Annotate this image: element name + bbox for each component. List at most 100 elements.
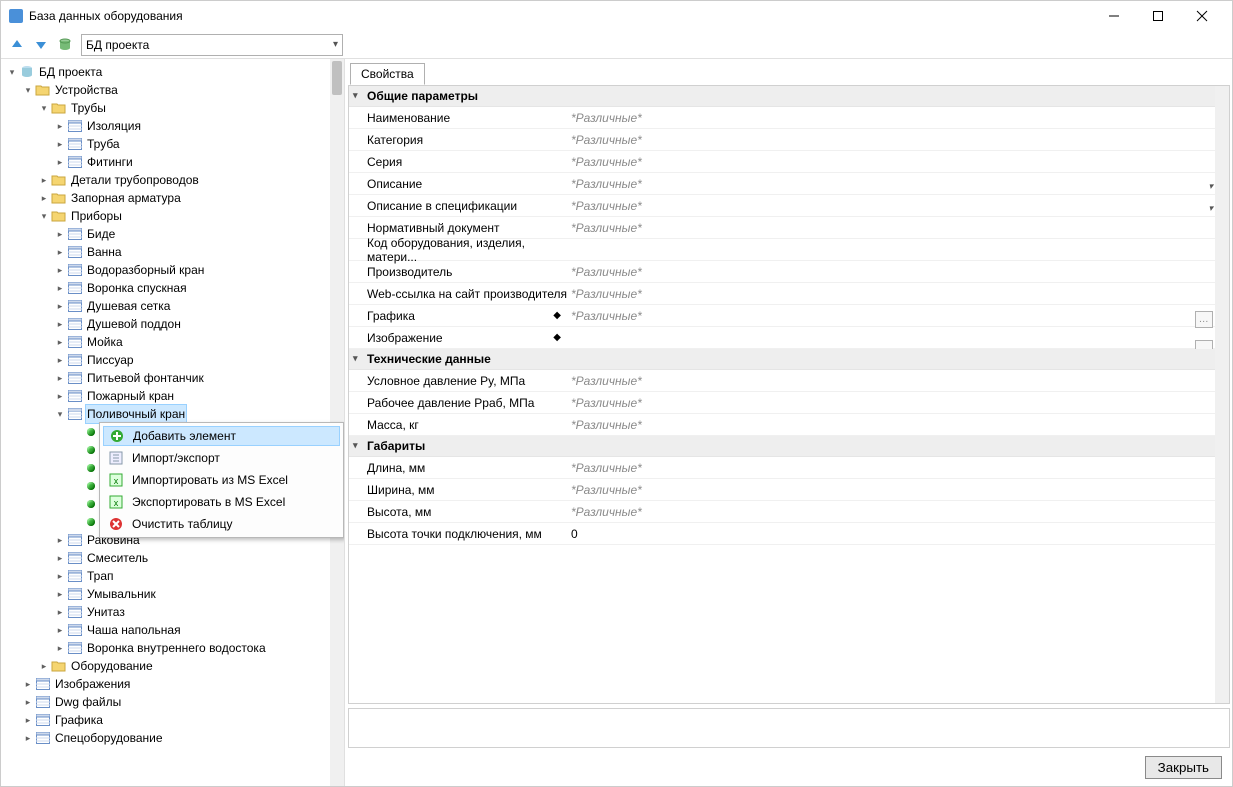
tree-label[interactable]: Смеситель [85,549,150,567]
tree-item[interactable]: ▸Умывальник [5,585,344,603]
property-row[interactable]: Web-ссылка на сайт производителя*Различн… [349,283,1229,305]
ellipsis-button[interactable]: … [1195,311,1213,328]
property-row[interactable]: Серия*Различные* [349,151,1229,173]
property-row[interactable]: Условное давление Py, МПа*Различные* [349,370,1229,392]
tree-item[interactable]: ▸ Душевой поддон [5,315,344,333]
tree-label[interactable]: Спецоборудование [53,729,165,747]
property-row[interactable]: Графика◆*Различные*… [349,305,1229,327]
property-value[interactable]: *Различные* [567,505,1229,519]
tree-label[interactable]: Детали трубопроводов [69,171,201,189]
tree-item[interactable]: ▸ Смеситель [5,549,344,567]
expander[interactable]: ▸ [53,315,67,333]
tree-label[interactable]: Воронка спускная [85,279,189,297]
close-button[interactable]: Закрыть [1145,756,1222,779]
tree-item[interactable]: ▸ Графика [5,711,344,729]
expander[interactable]: ▸ [53,639,67,657]
expander[interactable]: ▸ [53,603,67,621]
expander[interactable]: ▾ [53,405,67,423]
property-value[interactable]: *Различные* [567,265,1229,279]
property-grid[interactable]: ▾Общие параметры Наименование*Различные*… [348,85,1230,704]
expander[interactable]: ▸ [53,243,67,261]
expander[interactable]: ▸ [53,351,67,369]
tree-devices[interactable]: Устройства [53,81,120,99]
expander[interactable]: ▾ [37,99,51,117]
property-row[interactable]: Категория*Различные* [349,129,1229,151]
tree-item[interactable]: ▸ Труба [5,135,344,153]
expander[interactable]: ▾ [37,207,51,225]
chevron-down-icon[interactable]: ▾ [1208,203,1213,214]
ctx-import-excel[interactable]: x Импортировать из MS Excel [102,469,341,491]
tree-label[interactable]: Запорная арматура [69,189,183,207]
tree-item[interactable]: ▸ Воронка внутреннего водостока [5,639,344,657]
tree-item[interactable]: ▸ Детали трубопроводов [5,171,344,189]
expander[interactable]: ▸ [21,693,35,711]
close-window-button[interactable] [1180,1,1224,31]
expander[interactable]: ▸ [21,711,35,729]
property-value[interactable]: *Различные* [567,396,1229,410]
expander[interactable]: ▸ [53,135,67,153]
tree-item[interactable]: ▸ Изображения [5,675,344,693]
tree-item[interactable]: ▸ Изоляция [5,117,344,135]
tree-label[interactable]: Биде [85,225,117,243]
expander[interactable]: ▸ [53,549,67,567]
tree-label[interactable]: Воронка внутреннего водостока [85,639,268,657]
property-value[interactable]: *Различные* [567,133,1229,147]
ctx-clear-table[interactable]: Очистить таблицу [102,513,341,535]
expander[interactable]: ▸ [21,675,35,693]
tree-label[interactable]: Питьевой фонтанчик [85,369,206,387]
property-row[interactable]: Ширина, мм*Различные* [349,479,1229,501]
property-row[interactable]: Описание в спецификации*Различные*▾ [349,195,1229,217]
tree-item[interactable]: ▸Водоразборный кран [5,261,344,279]
property-row[interactable]: Изображение◆… [349,327,1229,349]
tree-item[interactable]: ▸ Dwg файлы [5,693,344,711]
tree-root[interactable]: БД проекта [37,63,104,81]
expander[interactable]: ▸ [53,225,67,243]
tree-label[interactable]: Dwg файлы [53,693,123,711]
expander[interactable]: ▸ [37,171,51,189]
prop-category[interactable]: ▾Общие параметры [349,86,1229,107]
expander[interactable]: ▸ [53,567,67,585]
tree-item[interactable]: ▸Воронка спускная [5,279,344,297]
tree-label[interactable]: Оборудование [69,657,155,675]
property-value[interactable]: *Различные* [567,418,1229,432]
property-value[interactable]: *Различные* [567,483,1229,497]
expander[interactable]: ▸ [53,297,67,315]
tree-label[interactable]: Чаша напольная [85,621,183,639]
tree-item[interactable]: ▸Питьевой фонтанчик [5,369,344,387]
property-value[interactable]: *Различные* [567,111,1229,125]
property-value[interactable]: *Различные* [567,374,1229,388]
expander[interactable]: ▾ [5,63,19,81]
tree-label[interactable]: Изображения [53,675,132,693]
tree-label[interactable]: Графика [53,711,105,729]
prop-category[interactable]: ▾Габариты [349,436,1229,457]
tree-label[interactable]: Пожарный кран [85,387,176,405]
tree-label[interactable]: Изоляция [85,117,143,135]
property-row[interactable]: Описание*Различные*▾ [349,173,1229,195]
ctx-add-element[interactable]: Добавить элемент [103,426,340,446]
property-row[interactable]: Наименование*Различные* [349,107,1229,129]
minimize-button[interactable] [1092,1,1136,31]
tree-item[interactable]: ▸ Биде [5,225,344,243]
ctx-export-excel[interactable]: x Экспортировать в MS Excel [102,491,341,513]
expander[interactable]: ▸ [21,729,35,747]
property-row[interactable]: Масса, кг*Различные* [349,414,1229,436]
tree[interactable]: ▾БД проекта ▾Устройства ▾Трубы ▸Изоляция… [1,61,344,749]
property-value[interactable]: *Различные* [567,287,1229,301]
tree-item[interactable]: ▸Ванна [5,243,344,261]
tree-label[interactable]: Писсуар [85,351,136,369]
tree-item-selected[interactable]: ▾Поливочный кран [5,405,344,423]
expander[interactable]: ▸ [53,333,67,351]
tree-label[interactable]: Душевой поддон [85,315,183,333]
tree-item[interactable]: ▸ Писсуар [5,351,344,369]
expander[interactable]: ▸ [53,117,67,135]
database-selector[interactable]: БД проекта ▾ [81,34,343,56]
tree-pipes[interactable]: Трубы [69,99,108,117]
expander[interactable]: ▸ [37,189,51,207]
tree-item[interactable]: ▸ Спецоборудование [5,729,344,747]
expander[interactable]: ▸ [53,585,67,603]
prop-category[interactable]: ▾Технические данные [349,349,1229,370]
maximize-button[interactable] [1136,1,1180,31]
property-value[interactable]: *Различные*▾ [567,177,1229,191]
tree-label[interactable]: Труба [85,135,122,153]
tree-label[interactable]: Фитинги [85,153,135,171]
